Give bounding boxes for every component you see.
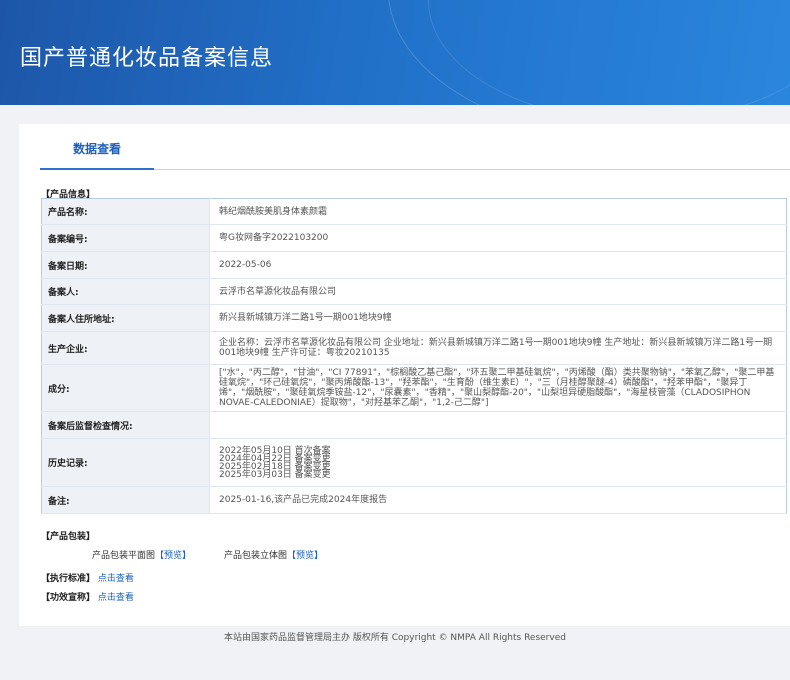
row-key: 备案编号: — [41, 224, 210, 252]
table-row: 备案编号: 粤G妆网备字2022103200 — [41, 224, 787, 252]
package-stereo-row: 产品包装立体图【预览】 — [224, 548, 323, 561]
row-value: 2022年05月10日 首次备案 2024年04月22日 备案变更 2025年0… — [209, 438, 787, 487]
package-stereo-preview-link[interactable]: 【预览】 — [287, 551, 323, 561]
table-row: 备注: 2025-01-16,该产品已完成2024年度报告 — [41, 486, 787, 514]
tab-data-view[interactable]: 数据查看 — [40, 136, 154, 170]
table-row: 备案日期: 2022-05-06 — [41, 251, 787, 279]
row-key: 备案后监督检查情况: — [41, 411, 210, 439]
row-value: 2025-01-16,该产品已完成2024年度报告 — [209, 486, 787, 514]
package-stereo-label: 产品包装立体图 — [224, 551, 288, 561]
row-value: 新兴县新城镇万洋二路1号一期001地块9幢 — [209, 304, 787, 332]
page-title: 国产普通化妆品备案信息 — [20, 46, 274, 71]
content-panel: 数据查看 【产品信息】 产品名称: 韩纪烟酰胺美肌身体素颜霜 备案编号: 粤G妆… — [19, 124, 790, 626]
package-flat-label: 产品包装平面图 — [92, 551, 156, 561]
efficacy-row: 【功效宣称】 点击查看 — [41, 590, 134, 603]
tab-bar: 数据查看 — [40, 136, 790, 170]
table-row: 成分: ["水"，"丙二醇"，"甘油"，"CI 77891"，"棕榈酸乙基己酯"… — [41, 364, 787, 412]
efficacy-label: 【功效宣称】 — [41, 593, 96, 603]
header-banner: 国产普通化妆品备案信息 — [0, 0, 790, 105]
row-value: ["水"，"丙二醇"，"甘油"，"CI 77891"，"棕榈酸乙基己酯"，"环五… — [209, 364, 787, 412]
row-key: 产品名称: — [41, 198, 210, 225]
row-key: 备案人住所地址: — [41, 304, 210, 332]
efficacy-view-link[interactable]: 点击查看 — [98, 593, 134, 603]
row-value: 粤G妆网备字2022103200 — [209, 224, 787, 252]
standard-row: 【执行标准】 点击查看 — [41, 571, 134, 584]
row-key: 备案日期: — [41, 251, 210, 279]
table-row: 历史记录: 2022年05月10日 首次备案 2024年04月22日 备案变更 … — [41, 438, 787, 487]
row-value: 韩纪烟酰胺美肌身体素颜霜 — [209, 198, 787, 225]
row-key: 成分: — [41, 364, 210, 412]
row-value: 企业名称：云浮市名草源化妆品有限公司 企业地址：新兴县新城镇万洋二路1号一期00… — [209, 331, 787, 365]
row-value: 2022-05-06 — [209, 251, 787, 279]
packaging-section-label: 【产品包装】 — [41, 532, 96, 542]
row-value — [209, 411, 787, 439]
package-flat-preview-link[interactable]: 【预览】 — [155, 551, 191, 561]
table-row: 备案人: 云浮市名草源化妆品有限公司 — [41, 278, 787, 305]
table-row: 备案后监督检查情况: — [41, 411, 787, 439]
standard-label: 【执行标准】 — [41, 574, 96, 584]
table-row: 产品名称: 韩纪烟酰胺美肌身体素颜霜 — [41, 198, 787, 225]
standard-view-link[interactable]: 点击查看 — [98, 574, 134, 584]
table-row: 生产企业: 企业名称：云浮市名草源化妆品有限公司 企业地址：新兴县新城镇万洋二路… — [41, 331, 787, 365]
row-key: 备注: — [41, 486, 210, 514]
row-key: 生产企业: — [41, 331, 210, 365]
footer-copyright: 本站由国家药品监督管理局主办 版权所有 Copyright © NMPA All… — [224, 633, 566, 643]
row-value: 云浮市名草源化妆品有限公司 — [209, 278, 787, 305]
package-flat-row: 产品包装平面图【预览】 — [92, 548, 191, 561]
table-row: 备案人住所地址: 新兴县新城镇万洋二路1号一期001地块9幢 — [41, 304, 787, 332]
row-key: 备案人: — [41, 278, 210, 305]
product-info-table: 产品名称: 韩纪烟酰胺美肌身体素颜霜 备案编号: 粤G妆网备字202210320… — [41, 198, 787, 514]
row-key: 历史记录: — [41, 438, 210, 487]
